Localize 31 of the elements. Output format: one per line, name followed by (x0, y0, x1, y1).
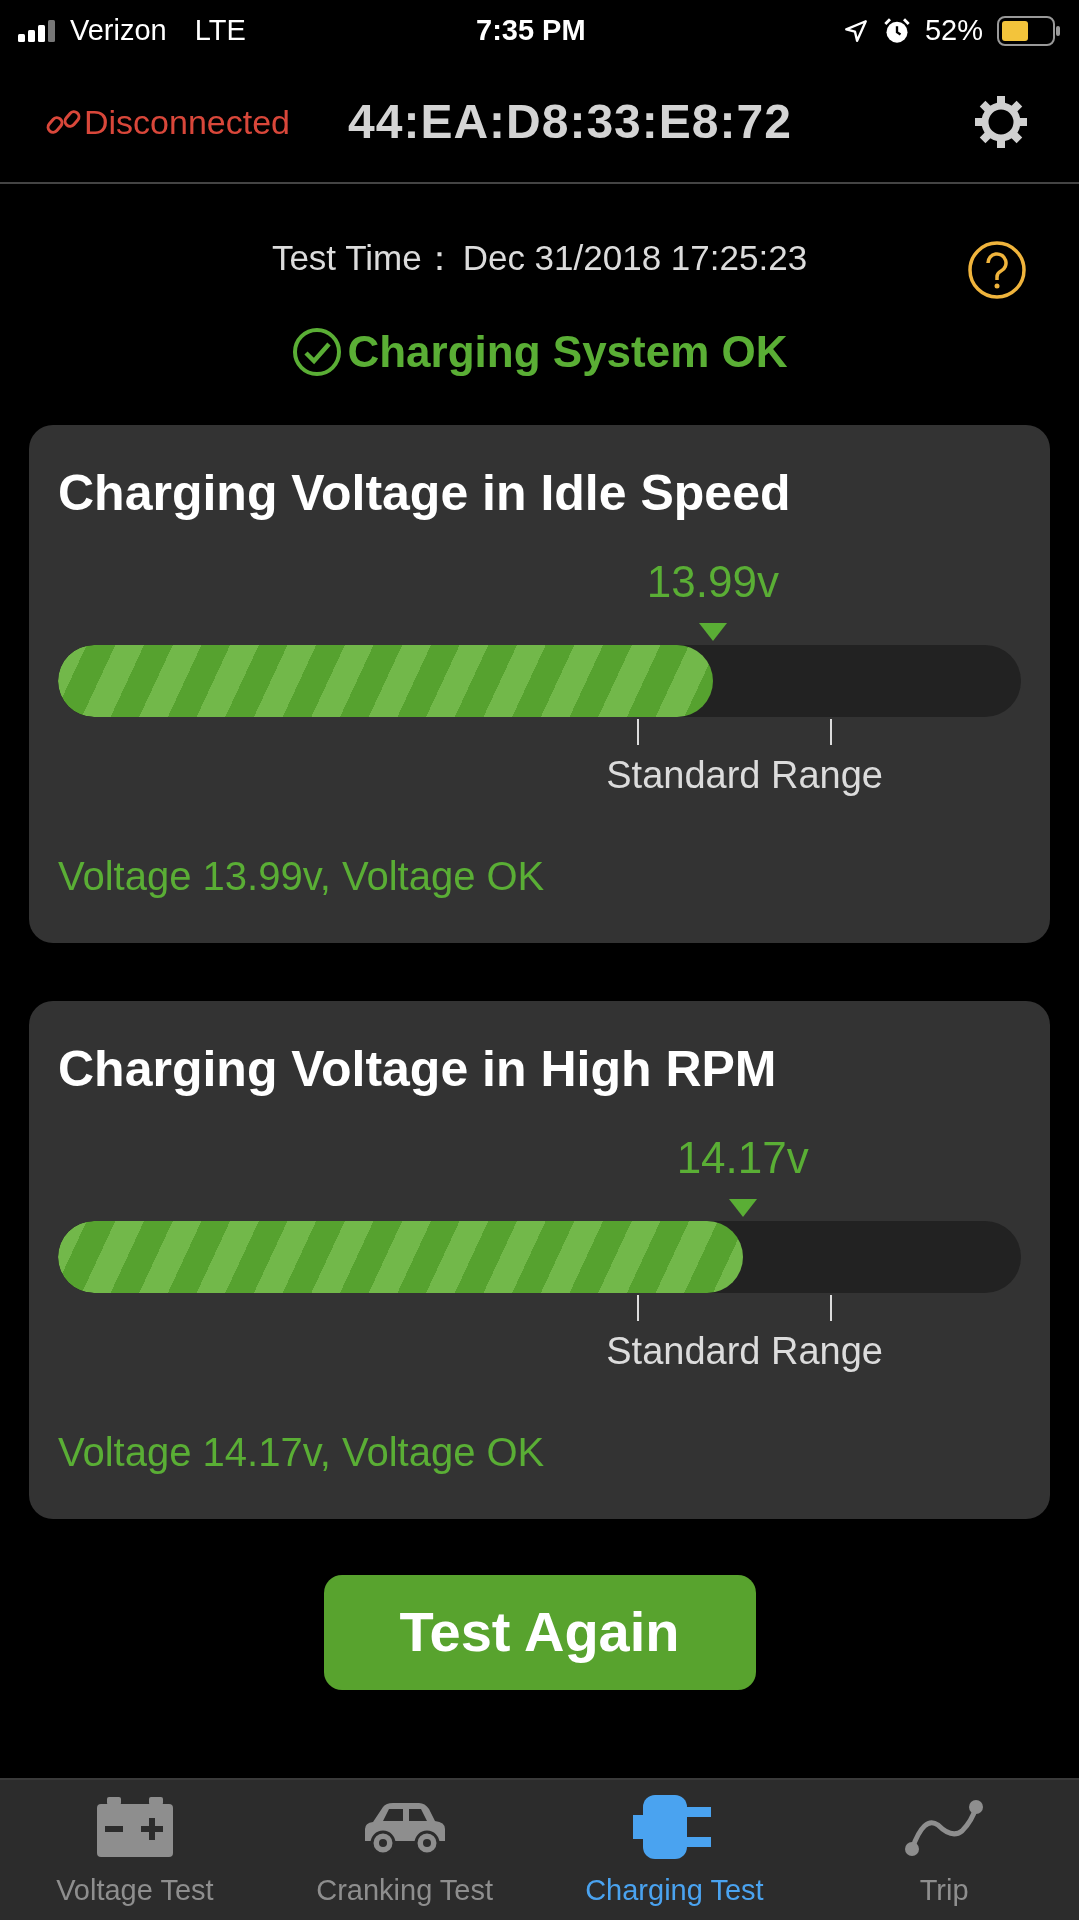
test-time-label: Test Time： (271, 237, 457, 279)
tab-bar-item[interactable]: Voltage Test (0, 1780, 270, 1920)
battery-icon (997, 16, 1061, 46)
connection-status: Disconnected (84, 101, 290, 143)
device-address: 44:EA:D8:33:E8:72 (348, 94, 792, 150)
pointer-icon (728, 1198, 757, 1219)
test-again-button[interactable]: Test Again (323, 1574, 756, 1690)
status-time: 7:35 PM (476, 13, 586, 49)
help-icon[interactable] (967, 240, 1027, 300)
tab-bar-item[interactable]: Charging Test (539, 1780, 810, 1920)
standard-range-label: Standard Range (606, 752, 883, 798)
pointer-icon (698, 622, 727, 643)
signal-icon (18, 20, 58, 42)
result-text: Charging System OK (347, 325, 788, 378)
battery-icon (94, 1794, 175, 1859)
voltage-reading: 13.99v (646, 555, 779, 608)
voltage-status: Voltage 13.99v, Voltage OK (58, 852, 546, 900)
tab-bar-item[interactable]: Trip (809, 1780, 1079, 1920)
tab-bar-item[interactable]: Cranking Test (269, 1780, 540, 1920)
voltage-status: Voltage 14.17v, Voltage OK (58, 1428, 546, 1476)
alarm-clock-icon (882, 17, 911, 45)
card-title: Charging Voltage in High RPM (58, 1039, 778, 1099)
test-time-value: Dec 31/2018 17:25:23 (462, 237, 808, 279)
location-arrow-icon (842, 18, 869, 44)
check-circle-icon (291, 325, 344, 378)
voltage-reading: 14.17v (676, 1131, 809, 1184)
battery-percent: 52% (924, 13, 983, 49)
carrier-name: Verizon (70, 13, 167, 49)
card-title: Charging Voltage in Idle Speed (58, 463, 792, 523)
standard-range-label: Standard Range (606, 1328, 883, 1374)
network-type: LTE (194, 13, 246, 49)
